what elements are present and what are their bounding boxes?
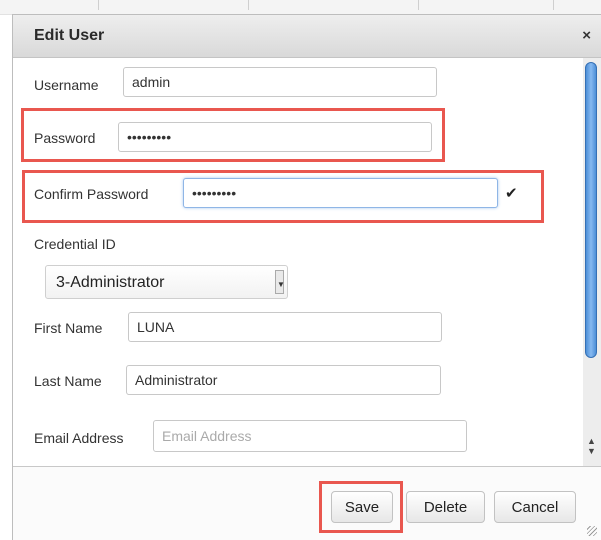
vertical-scrollbar[interactable]: ▲ ▼	[583, 58, 601, 466]
dialog-titlebar[interactable]: Edit User ×	[13, 15, 601, 58]
save-button[interactable]: Save	[331, 491, 393, 523]
chevron-down-icon[interactable]: ▼	[275, 270, 285, 294]
password-label: Password	[34, 130, 96, 146]
background-strip	[0, 0, 601, 15]
first-name-label: First Name	[34, 320, 103, 336]
confirm-password-label: Confirm Password	[34, 186, 149, 202]
scroll-arrows-icon[interactable]: ▲ ▼	[587, 436, 596, 456]
username-label: Username	[34, 77, 99, 93]
last-name-label: Last Name	[34, 373, 102, 389]
confirm-password-field[interactable]	[183, 178, 498, 208]
dialog-footer: Save Delete Cancel	[13, 466, 601, 540]
delete-button[interactable]: Delete	[406, 491, 485, 523]
first-name-field[interactable]	[128, 312, 442, 342]
cancel-button[interactable]: Cancel	[494, 491, 576, 523]
edit-user-dialog: Edit User × Username Password Confirm Pa…	[12, 14, 601, 540]
checkmark-icon: ✔	[505, 185, 518, 202]
scrollbar-thumb[interactable]	[585, 62, 597, 358]
resize-grip-icon[interactable]	[587, 526, 597, 536]
credential-id-select[interactable]: 3-Administrator ▼	[45, 265, 288, 299]
email-address-label: Email Address	[34, 430, 124, 446]
username-field[interactable]	[123, 67, 437, 97]
credential-id-value: 3-Administrator	[56, 274, 165, 291]
credential-id-label: Credential ID	[34, 236, 116, 252]
password-field[interactable]	[118, 122, 432, 152]
last-name-field[interactable]	[126, 365, 441, 395]
form-content: Username Password Confirm Password ✔ Cre…	[13, 58, 581, 466]
dialog-title: Edit User	[34, 27, 105, 44]
close-icon[interactable]: ×	[582, 27, 591, 44]
email-address-field[interactable]	[153, 420, 467, 452]
